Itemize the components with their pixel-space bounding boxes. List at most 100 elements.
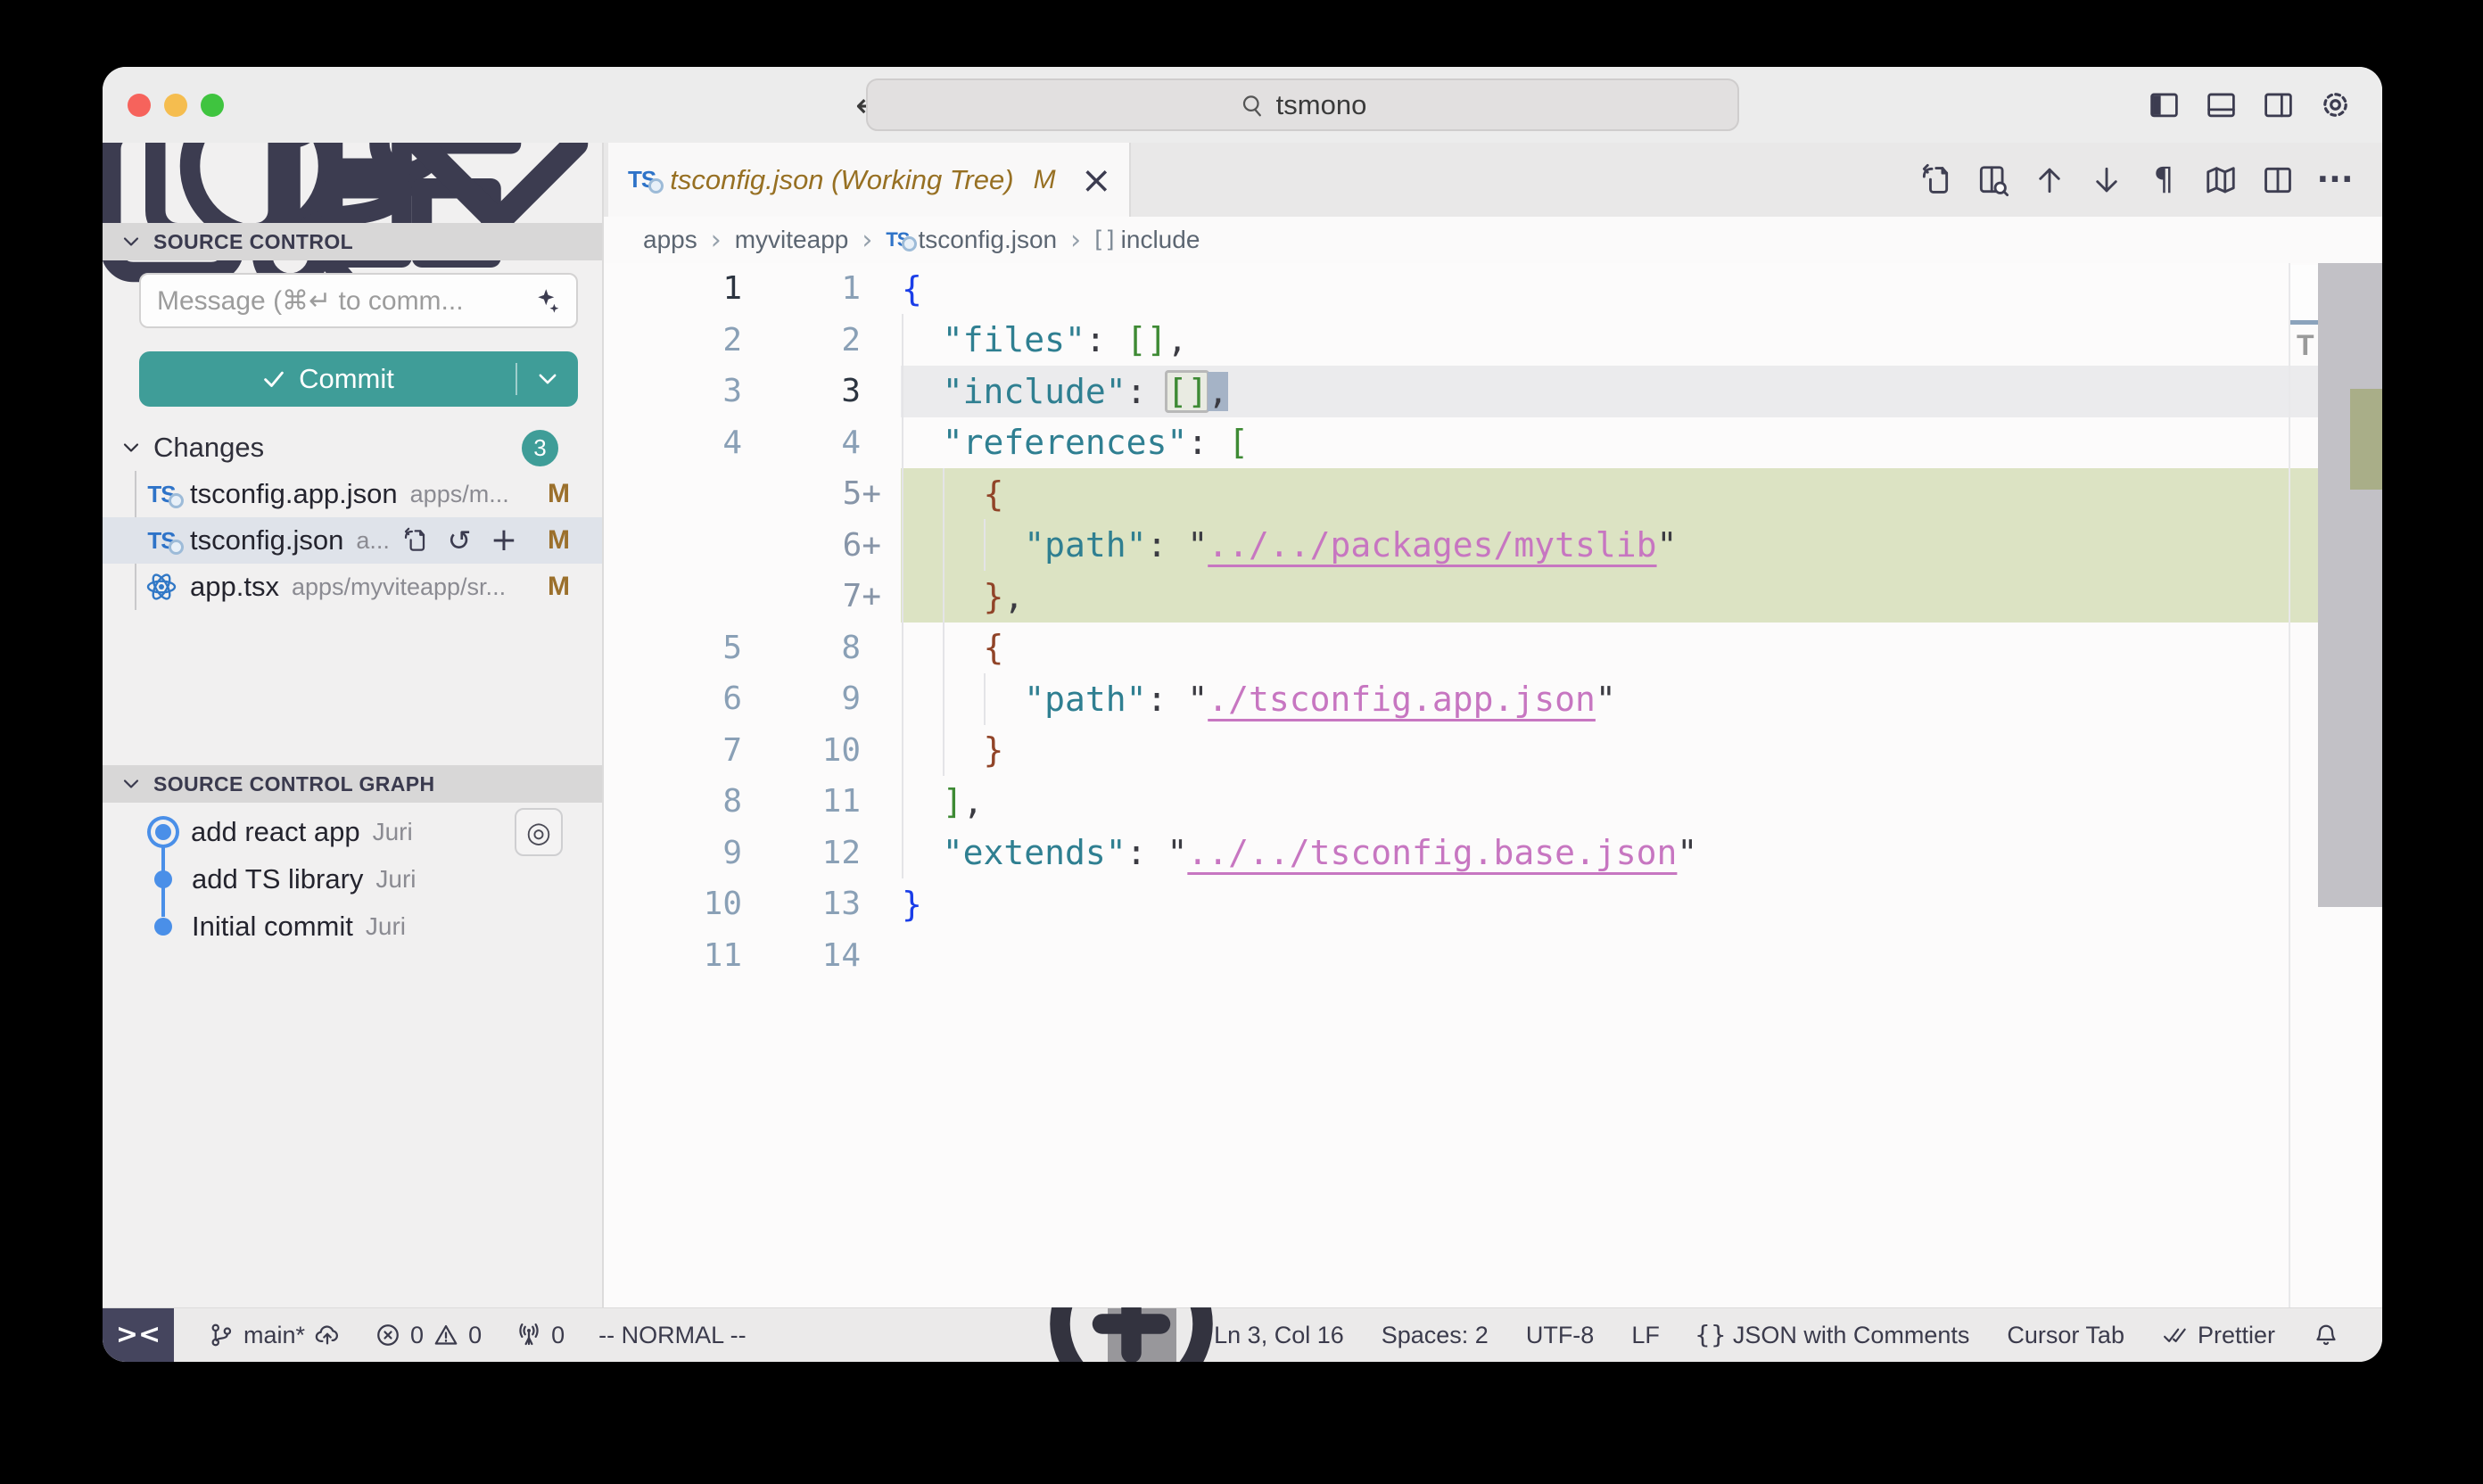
activity-item-chevron-down[interactable] (477, 163, 517, 203)
status-item-vim-mode[interactable]: -- NORMAL -- (598, 1322, 746, 1349)
breadcrumb-item-apps[interactable]: apps (643, 226, 697, 254)
chevron-down-icon[interactable] (120, 437, 142, 458)
status-item-encoding[interactable]: UTF-8 (1526, 1322, 1595, 1349)
status-item-problems-status[interactable]: 00 (375, 1322, 482, 1349)
code-line[interactable]: 710 } (604, 725, 2382, 777)
document-link[interactable]: ./tsconfig.app.json (1208, 680, 1596, 719)
breadcrumb-item-tsconfig-json[interactable]: TStsconfig.json (886, 226, 1057, 254)
tab-tsconfig-working-tree[interactable]: TS tsconfig.json (Working Tree) M × (608, 143, 1131, 217)
source-control-graph-header[interactable]: SOURCE CONTROL GRAPH (103, 765, 602, 803)
double-check-icon (2162, 1322, 2189, 1348)
discard-icon[interactable]: ↺ (446, 527, 473, 554)
status-item-cursor-tab[interactable]: Cursor Tab (2007, 1322, 2124, 1349)
commit-dropdown-button[interactable] (517, 367, 578, 392)
open-file-icon[interactable] (401, 527, 428, 554)
commit-button[interactable]: Commit (139, 351, 578, 407)
status-item-remote-indicator[interactable]: >< (103, 1308, 174, 1362)
commit-row[interactable]: add react appJuri◎ (103, 808, 602, 855)
status-item-cursor-position[interactable]: Ln 3, Col 16 (1214, 1322, 1344, 1349)
close-button[interactable] (128, 94, 151, 117)
changes-file-list: TStsconfig.app.jsonapps/m...MTStsconfig.… (103, 471, 602, 610)
status-item-zoom-indicator[interactable] (1108, 1308, 1176, 1362)
code-line[interactable]: 6+ "path": "../../packages/mytslib" (604, 520, 2382, 572)
code-line[interactable]: 22 "files": [], (604, 315, 2382, 367)
commit-row[interactable]: Initial commitJuri (103, 903, 602, 950)
map-button[interactable] (2204, 163, 2238, 197)
status-item-ports-status[interactable]: 0 (516, 1322, 565, 1349)
chevron-down-icon[interactable] (120, 231, 142, 252)
minimap[interactable]: T (2289, 263, 2318, 1307)
document-link[interactable]: ../../tsconfig.base.json (1187, 833, 1677, 872)
checkout-commit-button[interactable]: ◎ (515, 808, 563, 856)
file-row-actions: ↺+ (401, 527, 517, 554)
changed-file-row[interactable]: app.tsxapps/myviteapp/sr...M (103, 564, 602, 610)
code-line[interactable]: 58 { (604, 622, 2382, 674)
status-item-indentation[interactable]: Spaces: 2 (1382, 1322, 1489, 1349)
arrow-down-button[interactable] (2090, 163, 2124, 197)
code-line[interactable]: 69 "path": "./tsconfig.app.json" (604, 673, 2382, 725)
changed-file-row[interactable]: TStsconfig.jsona...↺+M (103, 517, 602, 564)
modified-line-number: 10 (742, 732, 881, 769)
arrow-up-button[interactable] (2033, 163, 2066, 197)
modified-line-number: 8 (742, 630, 881, 666)
minimap-text: T (2297, 329, 2314, 362)
diff-editor[interactable]: 11{22 "files": [],33 "include": [],44 "r… (604, 263, 2382, 1307)
zoom-button[interactable] (201, 94, 224, 117)
code-line[interactable]: 11{ (604, 263, 2382, 315)
layout-panel-icon[interactable] (2205, 88, 2238, 121)
code-line[interactable]: 811 ], (604, 776, 2382, 828)
diff-view-button[interactable] (1976, 163, 2009, 197)
status-text: Cursor Tab (2007, 1322, 2124, 1349)
breadcrumb-item-include[interactable]: [ ]include (1094, 226, 1200, 254)
changes-section-header[interactable]: Changes 3 (103, 425, 602, 470)
file-path: a... (356, 527, 389, 555)
modified-line-number: 5+ (742, 475, 881, 512)
open-file-button[interactable] (1918, 163, 1952, 197)
line-content: } (902, 878, 922, 930)
scrollbar-slider[interactable] (2318, 263, 2382, 907)
breadcrumb-separator: › (862, 225, 872, 256)
file-name: tsconfig.app.json (190, 478, 398, 510)
command-center-search[interactable]: tsmono (866, 78, 1739, 131)
code-line[interactable]: 44 "references": [ (604, 417, 2382, 469)
split-editor-button[interactable] (2261, 163, 2295, 197)
bell-icon (2313, 1322, 2339, 1348)
cloud-upload-icon (314, 1322, 341, 1348)
code-line[interactable]: 5+ { (604, 468, 2382, 520)
status-item-language-mode[interactable]: {}JSON with Comments (1697, 1322, 1970, 1349)
minimize-button[interactable] (164, 94, 187, 117)
breadcrumb-item-myviteapp[interactable]: myviteapp (735, 226, 849, 254)
layout-sidebar-right-icon[interactable] (2262, 88, 2295, 121)
breadcrumb-separator: › (1070, 225, 1081, 256)
status-item-eol[interactable]: LF (1631, 1322, 1660, 1349)
chevron-down-icon[interactable] (120, 773, 142, 795)
pilcrow-button[interactable]: ¶ (2147, 163, 2181, 197)
line-content: { (902, 468, 1003, 520)
original-line-number: 2 (604, 322, 742, 359)
gear-icon[interactable] (2319, 88, 2352, 121)
status-item-notifications[interactable] (2313, 1322, 2339, 1348)
layout-sidebar-left-icon[interactable] (2148, 88, 2181, 121)
stage-icon[interactable]: + (491, 527, 517, 554)
source-control-header[interactable]: SOURCE CONTROL (103, 223, 602, 260)
document-link[interactable]: ../../packages/mytslib (1208, 525, 1656, 565)
minimap-viewport[interactable] (2290, 265, 2318, 325)
more-actions-button[interactable]: ··· (2318, 163, 2352, 197)
editor-scrollbar[interactable] (2318, 263, 2382, 1307)
sparkle-icon[interactable] (528, 284, 560, 317)
vim-block-cursor: , (1208, 372, 1228, 411)
modified-line-number: 3 (742, 373, 881, 409)
code-line[interactable]: 1013} (604, 878, 2382, 930)
code-line[interactable]: 7+ }, (604, 571, 2382, 622)
commit-author: Juri (375, 865, 416, 894)
code-line[interactable]: 33 "include": [], (604, 366, 2382, 417)
code-line[interactable]: 1114 (604, 930, 2382, 982)
commit-row[interactable]: add TS libraryJuri (103, 855, 602, 903)
code-line[interactable]: 912 "extends": "../../tsconfig.base.json… (604, 828, 2382, 879)
modified-line-number: 7+ (742, 578, 881, 614)
changed-file-row[interactable]: TStsconfig.app.jsonapps/m...M (103, 471, 602, 517)
status-item-branch-status[interactable]: main* (208, 1322, 341, 1349)
status-item-formatter[interactable]: Prettier (2162, 1322, 2275, 1349)
tab-close-button[interactable]: × (1081, 161, 1112, 199)
commit-message-input[interactable]: Message (⌘↵ to comm... (139, 273, 578, 328)
